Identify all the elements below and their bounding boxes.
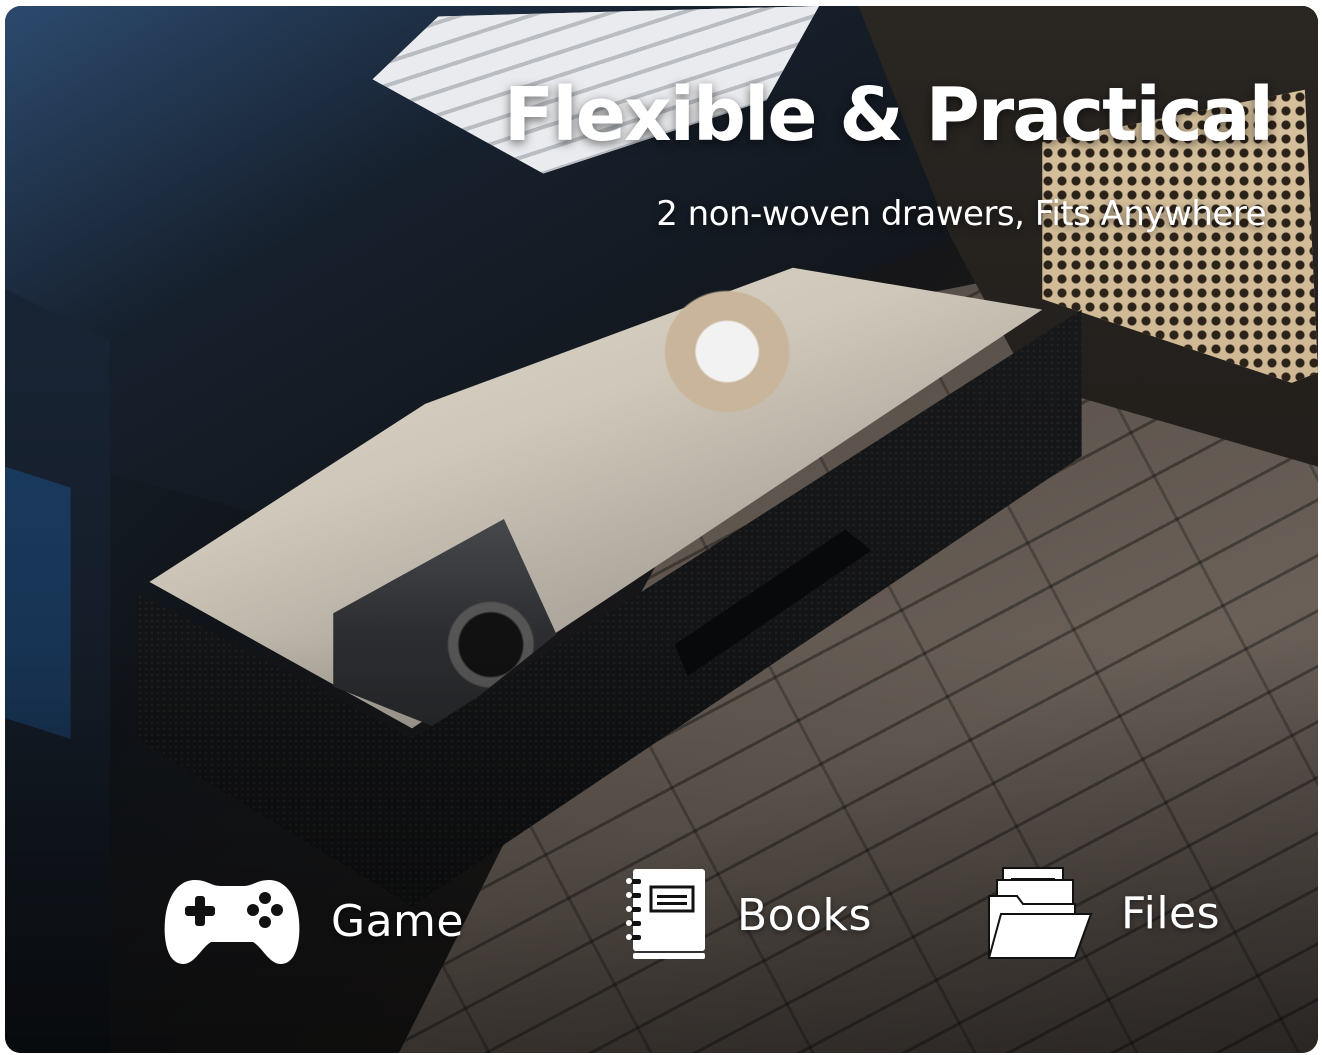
subheadline: 2 non-woven drawers, Fits Anywhere (656, 194, 1266, 234)
feature-game: Game (161, 866, 464, 976)
folder-files-icon (987, 867, 1093, 959)
product-banner: Flexible & Practical 2 non-woven drawers… (5, 6, 1318, 1053)
gamepad-icon (164, 880, 300, 964)
book-icon (626, 869, 705, 959)
feature-label: Game (331, 895, 464, 947)
feature-label: Files (1121, 887, 1221, 939)
feature-books: Books (623, 860, 872, 970)
feature-label: Books (737, 889, 872, 941)
feature-files: Files (987, 858, 1220, 968)
headline: Flexible & Practical (503, 72, 1274, 158)
